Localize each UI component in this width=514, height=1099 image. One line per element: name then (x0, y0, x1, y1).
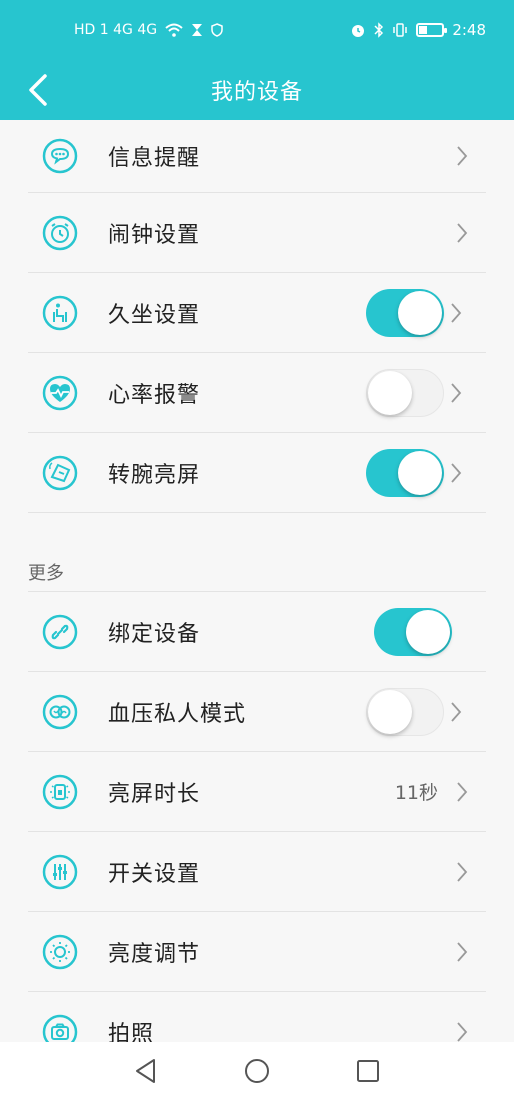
toggle-knob (368, 689, 412, 734)
brightness-icon (42, 934, 78, 970)
row-label: 亮度调节 (108, 941, 201, 967)
chevron-right-icon (446, 380, 466, 406)
status-time: 2:48 (452, 21, 486, 39)
toggle-knob (368, 370, 412, 415)
battery-icon (416, 23, 448, 37)
row-switch-settings[interactable]: 开关设置 (28, 832, 486, 912)
row-label: 血压私人模式 (108, 701, 247, 727)
row-heart-rate-alarm[interactable]: 心率报警 (28, 353, 486, 433)
screen-time-value: 11秒 (394, 782, 438, 804)
hourglass-icon (192, 24, 203, 36)
row-label: 心率报警 (108, 382, 201, 408)
circle-home-icon (244, 1058, 269, 1083)
row-sedentary-settings[interactable]: 久坐设置 (28, 273, 486, 353)
row-alarm-settings[interactable]: 闹钟设置 (28, 193, 486, 273)
row-label: 信息提醒 (108, 146, 201, 171)
bind-device-toggle[interactable] (374, 607, 452, 656)
row-label: 绑定设备 (108, 621, 201, 647)
camera-icon (42, 1014, 78, 1042)
row-label: 亮屏时长 (108, 781, 201, 807)
chevron-left-icon (29, 74, 47, 106)
wrist-icon (42, 455, 78, 491)
alarm-icon (42, 215, 78, 251)
screen-time-icon (42, 774, 78, 810)
settings-content[interactable]: 信息提醒 闹钟设置 久坐设置 心率报警 转腕亮屏 更多 绑定设备 血压私人模式 … (0, 120, 514, 1042)
row-message-reminder[interactable]: 信息提醒 (28, 120, 486, 193)
chevron-right-icon (452, 143, 472, 169)
wifi-icon (165, 23, 183, 37)
nav-recents-button[interactable] (348, 1051, 388, 1091)
nav-home-button[interactable] (237, 1051, 277, 1091)
network-indicators: HD 1 4G 4G (74, 22, 158, 38)
chevron-right-icon (452, 939, 472, 965)
row-label: 久坐设置 (108, 302, 201, 328)
back-button[interactable] (18, 70, 58, 110)
row-wrist-wake[interactable]: 转腕亮屏 (28, 433, 486, 513)
row-label: 转腕亮屏 (108, 462, 201, 488)
chevron-right-icon (452, 220, 472, 246)
bluetooth-icon (374, 22, 384, 38)
heart-rate-toggle[interactable] (366, 368, 444, 417)
chevron-right-icon (446, 699, 466, 725)
blood-pressure-toggle[interactable] (366, 687, 444, 736)
page-title: 我的设备 (210, 80, 303, 105)
row-camera[interactable]: 拍照 (28, 992, 486, 1042)
system-nav-bar (0, 1042, 514, 1099)
status-right: 2:48 (350, 21, 486, 39)
row-bind-device[interactable]: 绑定设备 (28, 592, 486, 672)
row-blood-pressure-private[interactable]: 血压私人模式 (28, 672, 486, 752)
shield-icon (211, 23, 223, 37)
row-label: 闹钟设置 (108, 222, 201, 248)
alarm-status-icon (352, 25, 365, 37)
link-icon (42, 614, 78, 650)
row-label: 拍照 (108, 1021, 155, 1043)
chevron-right-icon (446, 460, 466, 486)
section-label-more: 更多 (28, 553, 486, 592)
blood-pressure-icon (42, 694, 78, 730)
app-header: 我的设备 (0, 60, 514, 120)
status-left: HD 1 4G 4G (74, 23, 223, 37)
chevron-right-icon (452, 859, 472, 885)
sedentary-icon (42, 295, 78, 331)
main-settings-list: 信息提醒 闹钟设置 久坐设置 心率报警 转腕亮屏 更多 绑定设备 血压私人模式 … (0, 120, 514, 1042)
toggle-knob (398, 450, 442, 495)
triangle-back-icon (135, 1058, 155, 1083)
row-screen-on-duration[interactable]: 亮屏时长 11秒 (28, 752, 486, 832)
sliders-icon (42, 854, 78, 890)
nav-back-button[interactable] (126, 1051, 166, 1091)
chevron-right-icon (452, 1019, 472, 1043)
toggle-knob (406, 609, 450, 654)
chevron-right-icon (446, 300, 466, 326)
row-label: 开关设置 (108, 861, 201, 887)
status-bar: HD 1 4G 4G 2:48 (0, 0, 514, 60)
row-brightness[interactable]: 亮度调节 (28, 912, 486, 992)
vibrate-icon (393, 23, 408, 37)
heart-rate-icon (42, 375, 78, 411)
chevron-right-icon (452, 779, 472, 805)
sedentary-toggle[interactable] (366, 288, 444, 337)
message-icon (42, 138, 78, 174)
toggle-knob (398, 290, 442, 335)
wrist-wake-toggle[interactable] (366, 448, 444, 497)
square-recents-icon (357, 1059, 380, 1082)
